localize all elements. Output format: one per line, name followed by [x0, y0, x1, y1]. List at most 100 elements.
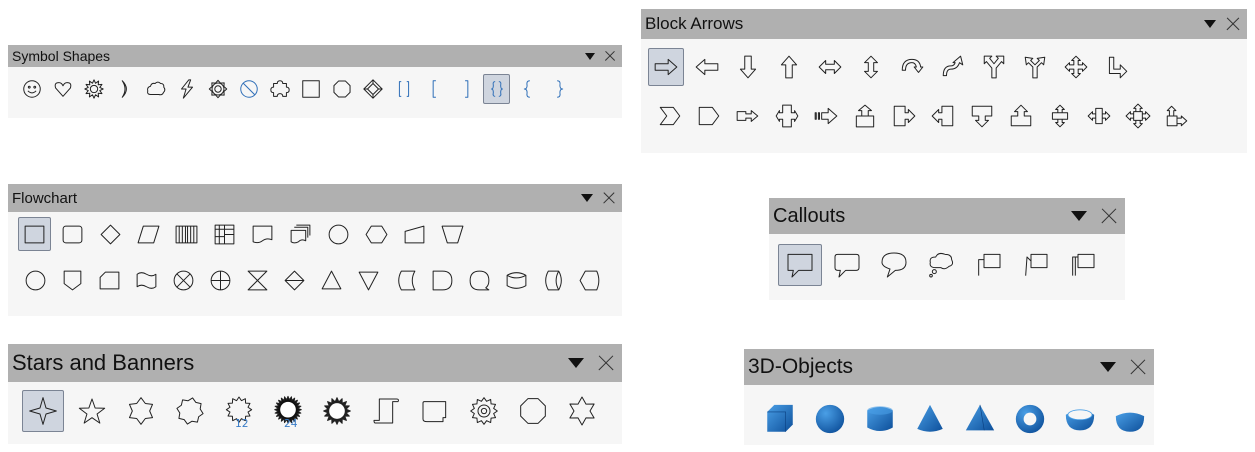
- pentagon-button[interactable]: [691, 98, 726, 134]
- heart-button[interactable]: [49, 74, 76, 104]
- torus-button[interactable]: [1009, 399, 1051, 439]
- left-arrow-button[interactable]: [689, 48, 725, 86]
- off-page-connector-button[interactable]: [56, 263, 89, 297]
- up-right-arrow-callout-button[interactable]: [1159, 98, 1194, 134]
- left-arrow-box-button[interactable]: [925, 98, 960, 134]
- rounded-rectangular-callout-button[interactable]: [825, 244, 869, 286]
- octagon-bevel-button[interactable]: [328, 74, 355, 104]
- right-arrow-box-button[interactable]: [886, 98, 921, 134]
- concave-star-button[interactable]: [561, 390, 603, 432]
- display-button[interactable]: [574, 263, 607, 297]
- chevron-down-icon[interactable]: [581, 194, 593, 202]
- internal-storage-button[interactable]: [208, 217, 241, 251]
- signet-button[interactable]: [463, 390, 505, 432]
- up-right-arrow-button[interactable]: [1017, 48, 1053, 86]
- preparation-button[interactable]: [360, 217, 393, 251]
- data-button[interactable]: [132, 217, 165, 251]
- left-bracket-button[interactable]: [421, 74, 448, 104]
- up-arrow-button[interactable]: [771, 48, 807, 86]
- chevron-down-icon[interactable]: [568, 358, 584, 368]
- cylinder-button[interactable]: [859, 399, 901, 439]
- delay-button[interactable]: [426, 263, 459, 297]
- chevron-down-icon[interactable]: [1100, 362, 1116, 372]
- moon-button[interactable]: [111, 74, 138, 104]
- circular-arrow-button[interactable]: [894, 48, 930, 86]
- symbol-shapes-titlebar[interactable]: Symbol Shapes: [8, 45, 622, 67]
- manual-input-button[interactable]: [398, 217, 431, 251]
- extract-button[interactable]: [315, 263, 348, 297]
- forbidden-button[interactable]: [235, 74, 262, 104]
- collate-button[interactable]: [241, 263, 274, 297]
- shell-button[interactable]: [1059, 399, 1101, 439]
- process-button[interactable]: [18, 217, 51, 251]
- four-way-arrow-callout-button[interactable]: [1120, 98, 1155, 134]
- line-callout-1-button[interactable]: [966, 244, 1010, 286]
- left-right-arrow-button[interactable]: [812, 48, 848, 86]
- pyramid-button[interactable]: [959, 399, 1001, 439]
- 6-point-star-button[interactable]: [120, 390, 162, 432]
- or-button[interactable]: [204, 263, 237, 297]
- line-callout-2-button[interactable]: [1013, 244, 1057, 286]
- line-callout-3-button[interactable]: [1060, 244, 1104, 286]
- chevron-button[interactable]: [652, 98, 687, 134]
- up-arrow-box-button[interactable]: [1003, 98, 1038, 134]
- close-icon[interactable]: [603, 50, 616, 63]
- merge-button[interactable]: [352, 263, 385, 297]
- right-bracket-button[interactable]: [452, 74, 479, 104]
- magnetic-disc-button[interactable]: [500, 263, 533, 297]
- 12-point-star-button[interactable]: 12: [218, 390, 260, 432]
- close-icon[interactable]: [601, 191, 616, 206]
- sun-button[interactable]: [80, 74, 107, 104]
- flower-button[interactable]: [204, 74, 231, 104]
- square-bevel-button[interactable]: [297, 74, 324, 104]
- down-arrow-callout-button[interactable]: [964, 98, 999, 134]
- direct-access-storage-button[interactable]: [537, 263, 570, 297]
- manual-operation-button[interactable]: [436, 217, 469, 251]
- double-bracket-button[interactable]: [390, 74, 417, 104]
- connector-button[interactable]: [19, 263, 52, 297]
- corner-right-arrow-button[interactable]: [1099, 48, 1135, 86]
- chevron-down-icon[interactable]: [1071, 211, 1087, 221]
- cloud-button[interactable]: [142, 74, 169, 104]
- s-shaped-arrow-button[interactable]: [935, 48, 971, 86]
- card-button[interactable]: [93, 263, 126, 297]
- flowchart-titlebar[interactable]: Flowchart: [8, 184, 622, 212]
- sort-button[interactable]: [278, 263, 311, 297]
- diamond-bevel-button[interactable]: [359, 74, 386, 104]
- down-arrow-button[interactable]: [730, 48, 766, 86]
- explosion-button[interactable]: [316, 390, 358, 432]
- close-icon[interactable]: [1224, 16, 1241, 33]
- predefined-process-button[interactable]: [170, 217, 203, 251]
- summing-junction-button[interactable]: [167, 263, 200, 297]
- close-icon[interactable]: [1099, 206, 1119, 226]
- decision-button[interactable]: [94, 217, 127, 251]
- half-sphere-button[interactable]: [1109, 399, 1151, 439]
- lightning-button[interactable]: [173, 74, 200, 104]
- double-brace-button[interactable]: [483, 74, 510, 104]
- rectangular-callout-button[interactable]: [778, 244, 822, 286]
- cube-button[interactable]: [759, 399, 801, 439]
- stored-data-button[interactable]: [389, 263, 422, 297]
- right-brace-button[interactable]: [545, 74, 572, 104]
- four-way-arrow-button[interactable]: [1058, 48, 1094, 86]
- cone-button[interactable]: [909, 399, 951, 439]
- striped-right-arrow-button[interactable]: [808, 98, 843, 134]
- chevron-down-icon[interactable]: [1204, 20, 1216, 28]
- 4-point-star-button[interactable]: [22, 390, 64, 432]
- vertical-scroll-button[interactable]: [365, 390, 407, 432]
- up-arrow-callout-button[interactable]: [847, 98, 882, 134]
- left-right-arrow-callout-button[interactable]: [769, 98, 804, 134]
- chevron-down-icon[interactable]: [585, 52, 595, 60]
- right-arrow-button[interactable]: [648, 48, 684, 86]
- close-icon[interactable]: [596, 353, 616, 373]
- stars-banners-titlebar[interactable]: Stars and Banners: [8, 344, 622, 382]
- sequential-access-button[interactable]: [463, 263, 496, 297]
- left-right-arrow-box-button[interactable]: [1081, 98, 1116, 134]
- doorplate-button[interactable]: [512, 390, 554, 432]
- smiley-button[interactable]: [18, 74, 45, 104]
- round-callout-button[interactable]: [872, 244, 916, 286]
- terminator-button[interactable]: [322, 217, 355, 251]
- split-arrow-button[interactable]: [976, 48, 1012, 86]
- right-arrow-callout-button[interactable]: [730, 98, 765, 134]
- cloud-callout-button[interactable]: [919, 244, 963, 286]
